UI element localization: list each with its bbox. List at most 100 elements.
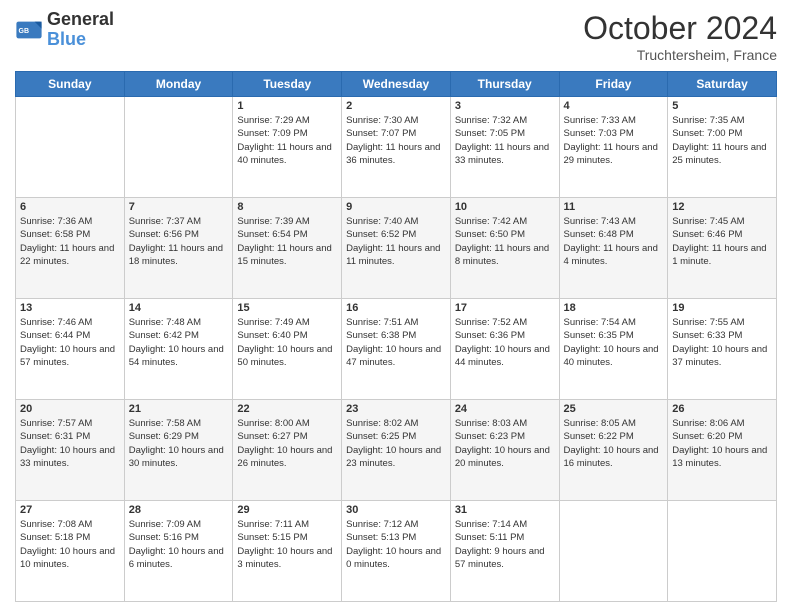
sunrise-text: Sunrise: 7:36 AM bbox=[20, 215, 120, 228]
sunrise-text: Sunrise: 7:14 AM bbox=[455, 518, 555, 531]
calendar-cell-2-1: 14 Sunrise: 7:48 AMSunset: 6:42 PMDayligh… bbox=[124, 299, 233, 400]
header-saturday: Saturday bbox=[668, 72, 777, 97]
sunset-text: Sunset: 6:56 PM bbox=[129, 228, 229, 241]
daylight-text: Daylight: 11 hours and 22 minutes. bbox=[20, 242, 120, 269]
sunrise-text: Sunrise: 7:11 AM bbox=[237, 518, 337, 531]
sunrise-text: Sunrise: 7:32 AM bbox=[455, 114, 555, 127]
calendar-cell-3-2: 22Sunrise: 8:00 AMSunset: 6:27 PMDayligh… bbox=[233, 400, 342, 501]
day-number: 9 bbox=[346, 201, 446, 213]
sunset-text: Sunset: 6:58 PM bbox=[20, 228, 120, 241]
header-monday: Monday bbox=[124, 72, 233, 97]
day-number: 31 bbox=[455, 504, 555, 516]
day-number: 5 bbox=[672, 100, 772, 112]
sunrise-text: Sunrise: 7:12 AM bbox=[346, 518, 446, 531]
day-info: Sunrise: 8:05 AMSunset: 6:22 PMDaylight:… bbox=[564, 417, 664, 470]
day-info: Sunrise: 7:57 AMSunset: 6:31 PMDaylight:… bbox=[20, 417, 120, 470]
sunrise-text: Sunrise: 8:00 AM bbox=[237, 417, 337, 430]
calendar-cell-2-3: 16Sunrise: 7:51 AMSunset: 6:38 PMDayligh… bbox=[342, 299, 451, 400]
daylight-text: Daylight: 11 hours and 1 minute. bbox=[672, 242, 772, 269]
day-info: Sunrise: 7:54 AMSunset: 6:35 PMDaylight:… bbox=[564, 316, 664, 369]
daylight-text: Daylight: 10 hours and 26 minutes. bbox=[237, 444, 337, 471]
day-info: Sunrise: 7:45 AMSunset: 6:46 PMDaylight:… bbox=[672, 215, 772, 268]
day-info: Sunrise: 7:09 AMSunset: 5:16 PMDaylight:… bbox=[129, 518, 229, 571]
sunset-text: Sunset: 5:13 PM bbox=[346, 531, 446, 544]
sunset-text: Sunset: 6:52 PM bbox=[346, 228, 446, 241]
day-number: 24 bbox=[455, 403, 555, 415]
day-info: Sunrise: 7:49 AMSunset: 6:40 PMDaylight:… bbox=[237, 316, 337, 369]
sunrise-text: Sunrise: 7:35 AM bbox=[672, 114, 772, 127]
calendar-cell-3-1: 21Sunrise: 7:58 AMSunset: 6:29 PMDayligh… bbox=[124, 400, 233, 501]
day-number: 6 bbox=[20, 201, 120, 213]
day-number: 3 bbox=[455, 100, 555, 112]
sunrise-text: Sunrise: 7:42 AM bbox=[455, 215, 555, 228]
header-thursday: Thursday bbox=[450, 72, 559, 97]
sunrise-text: Sunrise: 7:30 AM bbox=[346, 114, 446, 127]
sunrise-text: Sunrise: 8:06 AM bbox=[672, 417, 772, 430]
calendar-cell-0-1 bbox=[124, 97, 233, 198]
day-number: 2 bbox=[346, 100, 446, 112]
calendar-cell-4-2: 29Sunrise: 7:11 AMSunset: 5:15 PMDayligh… bbox=[233, 501, 342, 602]
calendar-cell-2-2: 15 Sunrise: 7:49 AMSunset: 6:40 PMDayligh… bbox=[233, 299, 342, 400]
sunset-text: Sunset: 6:29 PM bbox=[129, 430, 229, 443]
day-number: 1 bbox=[237, 100, 337, 112]
daylight-text: Daylight: 11 hours and 25 minutes. bbox=[672, 141, 772, 168]
calendar-cell-0-0 bbox=[16, 97, 125, 198]
sunset-text: Sunset: 7:05 PM bbox=[455, 127, 555, 140]
daylight-text: Daylight: 10 hours and 33 minutes. bbox=[20, 444, 120, 471]
location: Truchtersheim, France bbox=[583, 47, 777, 63]
header-sunday: Sunday bbox=[16, 72, 125, 97]
sunset-text: Sunset: 7:09 PM bbox=[237, 127, 337, 140]
svg-text:GB: GB bbox=[19, 28, 30, 35]
sunset-text: Sunset: 6:42 PM bbox=[129, 329, 229, 342]
sunrise-text: Sunrise: 7:55 AM bbox=[672, 316, 772, 329]
sunset-text: Sunset: 6:36 PM bbox=[455, 329, 555, 342]
sunset-text: Sunset: 6:33 PM bbox=[672, 329, 772, 342]
sunrise-text: Sunrise: 8:03 AM bbox=[455, 417, 555, 430]
day-info: Sunrise: 7:35 AMSunset: 7:00 PMDaylight:… bbox=[672, 114, 772, 167]
day-info: Sunrise: 7:36 AMSunset: 6:58 PMDaylight:… bbox=[20, 215, 120, 268]
calendar-week-5: 27Sunrise: 7:08 AMSunset: 5:18 PMDayligh… bbox=[16, 501, 777, 602]
daylight-text: Daylight: 11 hours and 40 minutes. bbox=[237, 141, 337, 168]
header-tuesday: Tuesday bbox=[233, 72, 342, 97]
daylight-text: Daylight: 11 hours and 36 minutes. bbox=[346, 141, 446, 168]
day-number: 11 bbox=[564, 201, 664, 213]
calendar-cell-1-4: 10Sunrise: 7:42 AMSunset: 6:50 PMDayligh… bbox=[450, 198, 559, 299]
daylight-text: Daylight: 11 hours and 8 minutes. bbox=[455, 242, 555, 269]
day-info: Sunrise: 7:32 AMSunset: 7:05 PMDaylight:… bbox=[455, 114, 555, 167]
calendar-cell-4-6 bbox=[668, 501, 777, 602]
sunset-text: Sunset: 6:48 PM bbox=[564, 228, 664, 241]
sunrise-text: Sunrise: 7:51 AM bbox=[346, 316, 446, 329]
daylight-text: Daylight: 11 hours and 29 minutes. bbox=[564, 141, 664, 168]
calendar-cell-3-6: 26Sunrise: 8:06 AMSunset: 6:20 PMDayligh… bbox=[668, 400, 777, 501]
calendar-week-1: 1Sunrise: 7:29 AMSunset: 7:09 PMDaylight… bbox=[16, 97, 777, 198]
sunset-text: Sunset: 6:25 PM bbox=[346, 430, 446, 443]
day-number: 13 bbox=[20, 302, 120, 314]
daylight-text: Daylight: 10 hours and 0 minutes. bbox=[346, 545, 446, 572]
sunrise-text: Sunrise: 7:57 AM bbox=[20, 417, 120, 430]
daylight-text: Daylight: 10 hours and 44 minutes. bbox=[455, 343, 555, 370]
day-info: Sunrise: 7:33 AMSunset: 7:03 PMDaylight:… bbox=[564, 114, 664, 167]
daylight-text: Daylight: 11 hours and 11 minutes. bbox=[346, 242, 446, 269]
day-number: 30 bbox=[346, 504, 446, 516]
calendar-cell-1-1: 7Sunrise: 7:37 AMSunset: 6:56 PMDaylight… bbox=[124, 198, 233, 299]
logo-blue: Blue bbox=[47, 30, 114, 50]
day-info: Sunrise: 7:46 AMSunset: 6:44 PMDaylight:… bbox=[20, 316, 120, 369]
title-block: October 2024 Truchtersheim, France bbox=[583, 10, 777, 63]
sunset-text: Sunset: 6:22 PM bbox=[564, 430, 664, 443]
sunrise-text: Sunrise: 7:37 AM bbox=[129, 215, 229, 228]
calendar-cell-1-6: 12Sunrise: 7:45 AMSunset: 6:46 PMDayligh… bbox=[668, 198, 777, 299]
logo-text: General Blue bbox=[47, 10, 114, 50]
day-number: 10 bbox=[455, 201, 555, 213]
day-number: 15 bbox=[237, 302, 337, 314]
sunset-text: Sunset: 6:35 PM bbox=[564, 329, 664, 342]
calendar-week-4: 20Sunrise: 7:57 AMSunset: 6:31 PMDayligh… bbox=[16, 400, 777, 501]
day-number: 14 bbox=[129, 302, 229, 314]
calendar-cell-0-3: 2Sunrise: 7:30 AMSunset: 7:07 PMDaylight… bbox=[342, 97, 451, 198]
calendar-week-2: 6Sunrise: 7:36 AMSunset: 6:58 PMDaylight… bbox=[16, 198, 777, 299]
calendar-header-row: Sunday Monday Tuesday Wednesday Thursday… bbox=[16, 72, 777, 97]
calendar-cell-2-0: 13 Sunrise: 7:46 AMSunset: 6:44 PMDayligh… bbox=[16, 299, 125, 400]
day-number: 7 bbox=[129, 201, 229, 213]
day-info: Sunrise: 7:48 AMSunset: 6:42 PMDaylight:… bbox=[129, 316, 229, 369]
day-info: Sunrise: 7:11 AMSunset: 5:15 PMDaylight:… bbox=[237, 518, 337, 571]
sunrise-text: Sunrise: 7:45 AM bbox=[672, 215, 772, 228]
